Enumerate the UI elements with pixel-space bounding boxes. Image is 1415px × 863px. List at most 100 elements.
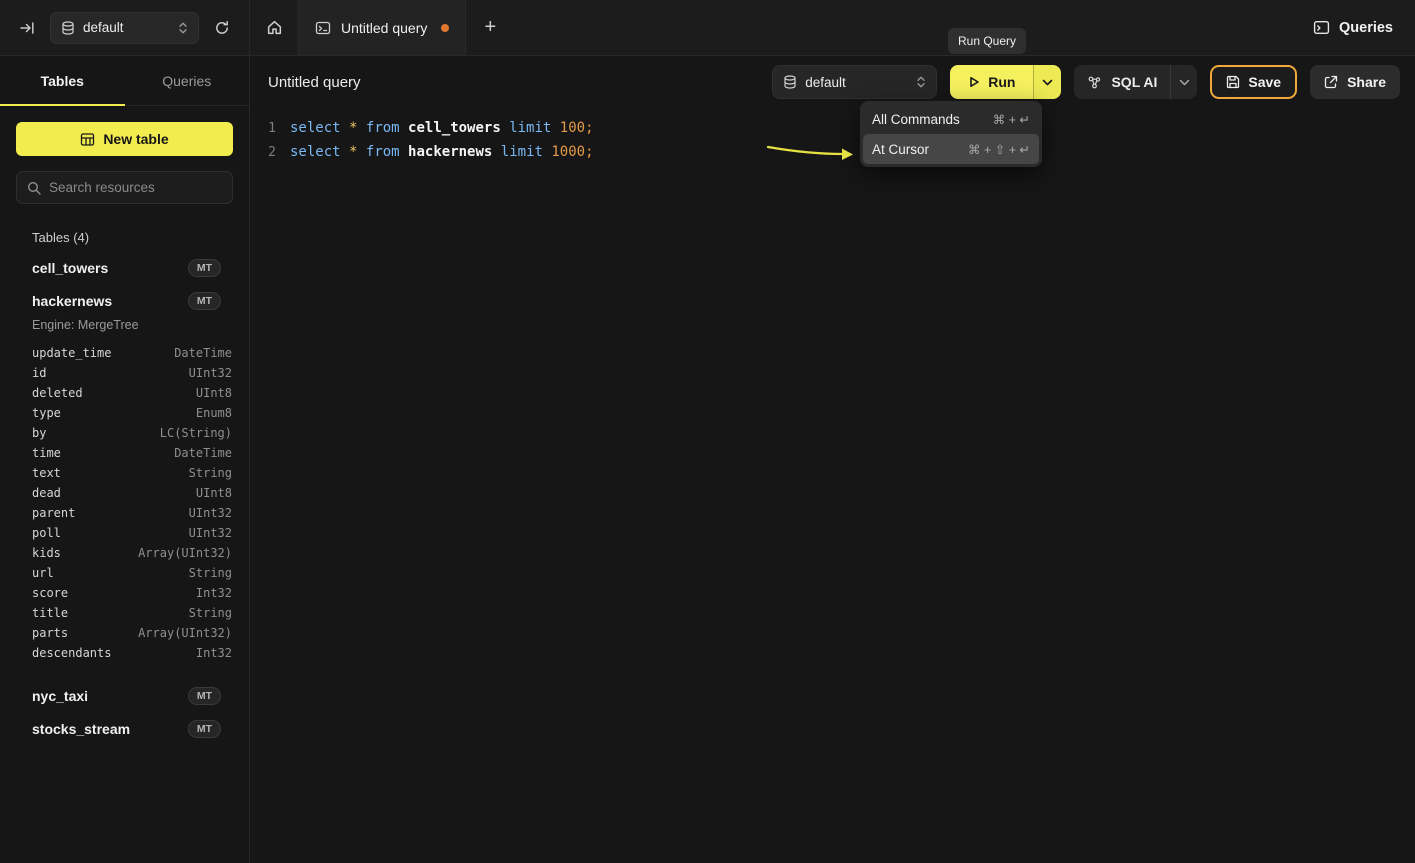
- sql-editor[interactable]: 1 select * from cell_towers limit 100; 2 se…: [250, 108, 1415, 164]
- column-type: DateTime: [174, 346, 232, 360]
- table-row[interactable]: nyc_taxiMT: [0, 679, 249, 712]
- sidebar-tab-tables[interactable]: Tables: [0, 56, 125, 105]
- search-box: [16, 171, 233, 204]
- code-line: 2 select * from hackernews limit 1000;: [250, 140, 1415, 164]
- column-row: descendants Int32: [0, 643, 249, 663]
- save-button-label: Save: [1248, 74, 1281, 90]
- sql-token: [357, 120, 365, 136]
- column-row: update_time DateTime: [0, 343, 249, 363]
- line-number: 2: [250, 145, 276, 160]
- sidebar-tab-queries[interactable]: Queries: [125, 56, 250, 105]
- column-name: parent: [32, 506, 75, 520]
- tab-untitled-query[interactable]: Untitled query: [298, 0, 466, 55]
- query-database-label: default: [805, 75, 846, 90]
- column-row: titleString: [0, 603, 249, 623]
- sql-ai-chevron[interactable]: [1170, 65, 1197, 99]
- sql-token: [551, 120, 559, 136]
- column-row: id UInt32: [0, 363, 249, 383]
- sql-token: [400, 120, 408, 136]
- sql-token: limit: [501, 144, 543, 160]
- refresh-icon[interactable]: [208, 14, 236, 42]
- menu-item-shortcut: ⌘ + ↵: [993, 112, 1030, 127]
- tab-strip: Untitled query +: [250, 0, 514, 55]
- sidebar-collapse-icon[interactable]: [13, 14, 41, 42]
- column-type: String: [189, 606, 232, 620]
- code-line: 1 select * from cell_towers limit 100;: [250, 116, 1415, 140]
- menu-item-label: All Commands: [872, 112, 960, 127]
- menu-item-shortcut: ⌘ + ⇧ + ↵: [968, 142, 1030, 157]
- column-type: UInt32: [189, 506, 232, 520]
- sidebar: Tables Queries New table Tables (4) cell…: [0, 56, 250, 863]
- column-row: scoreInt32: [0, 583, 249, 603]
- sql-token: 1000: [551, 144, 585, 160]
- sql-ai-icon: [1087, 75, 1102, 90]
- columns-list: update_time DateTime id UInt32 deleted UInt8 t…: [0, 341, 249, 679]
- topbar-right-section: Queries: [1313, 0, 1415, 55]
- line-number: 1: [250, 121, 276, 136]
- home-icon[interactable]: [250, 0, 298, 55]
- column-row: textString: [0, 463, 249, 483]
- save-button[interactable]: Save: [1210, 65, 1297, 99]
- chevron-down-icon: [1179, 79, 1190, 86]
- table-name: stocks_stream: [32, 721, 130, 737]
- sql-ai-button[interactable]: SQL AI: [1074, 65, 1170, 99]
- run-menu: All Commands ⌘ + ↵ At Cursor⌘ + ⇧ + ↵: [860, 101, 1042, 167]
- column-name: url: [32, 566, 54, 580]
- table-name: cell_towers: [32, 260, 108, 276]
- share-button[interactable]: Share: [1310, 65, 1400, 99]
- tab-label: Untitled query: [341, 20, 427, 36]
- new-tab-button[interactable]: +: [466, 0, 514, 55]
- query-database-selector[interactable]: default: [772, 65, 937, 99]
- engine-badge: MT: [188, 720, 221, 738]
- run-button-group: Run: [950, 65, 1061, 99]
- column-type: UInt8: [196, 486, 232, 500]
- column-row: urlString: [0, 563, 249, 583]
- queries-icon: [1313, 19, 1330, 36]
- engine-badge: MT: [188, 687, 221, 705]
- sql-token: limit: [509, 120, 551, 136]
- sidebar-tab-queries-label: Queries: [162, 73, 211, 89]
- sql-token: 100: [560, 120, 585, 136]
- topbar-left-section: default: [0, 0, 250, 55]
- column-name: id: [32, 366, 46, 380]
- column-type: LC(String): [160, 426, 232, 440]
- column-type: UInt8: [196, 386, 232, 400]
- search-icon: [27, 181, 41, 195]
- search-input[interactable]: [49, 180, 226, 195]
- engine-badge: MT: [188, 292, 221, 310]
- tables-section-label: Tables (4): [0, 230, 249, 245]
- code-text: select * from cell_towers limit 100;: [290, 120, 594, 136]
- run-options-chevron[interactable]: [1033, 65, 1061, 99]
- column-type: Int32: [196, 646, 232, 660]
- column-row: deleted UInt8: [0, 383, 249, 403]
- database-selector[interactable]: default: [50, 12, 199, 44]
- run-button[interactable]: Run: [950, 65, 1033, 99]
- query-header-controls: default Run: [772, 65, 1400, 99]
- sql-token: select: [290, 144, 341, 160]
- table-row[interactable]: cell_towersMT: [0, 251, 249, 284]
- query-title: Untitled query: [268, 74, 361, 91]
- column-name: descendants: [32, 646, 111, 660]
- table-row[interactable]: hackernewsMT: [0, 284, 249, 317]
- new-table-button[interactable]: New table: [16, 122, 233, 156]
- column-row: timeDateTime: [0, 443, 249, 463]
- query-header: Untitled query default: [250, 56, 1415, 108]
- column-name: update_time: [32, 346, 111, 360]
- sql-token: [357, 144, 365, 160]
- sql-token: cell_towers: [408, 120, 501, 136]
- column-row: partsArray(UInt32): [0, 623, 249, 643]
- run-menu-item[interactable]: All Commands ⌘ + ↵: [863, 104, 1039, 134]
- code-text: select * from hackernews limit 1000;: [290, 144, 594, 160]
- column-name: text: [32, 466, 61, 480]
- column-row: typeEnum8: [0, 403, 249, 423]
- share-icon: [1324, 75, 1338, 89]
- column-type: UInt32: [189, 366, 232, 380]
- queries-button[interactable]: Queries: [1313, 19, 1393, 36]
- column-type: Array(UInt32): [138, 546, 232, 560]
- sql-token: [400, 144, 408, 160]
- editor-lines: 1 select * from cell_towers limit 100; 2 se…: [250, 116, 1415, 164]
- run-menu-item[interactable]: At Cursor⌘ + ⇧ + ↵: [863, 134, 1039, 164]
- column-name: type: [32, 406, 61, 420]
- column-name: deleted: [32, 386, 83, 400]
- table-row[interactable]: stocks_stream MT: [0, 712, 249, 745]
